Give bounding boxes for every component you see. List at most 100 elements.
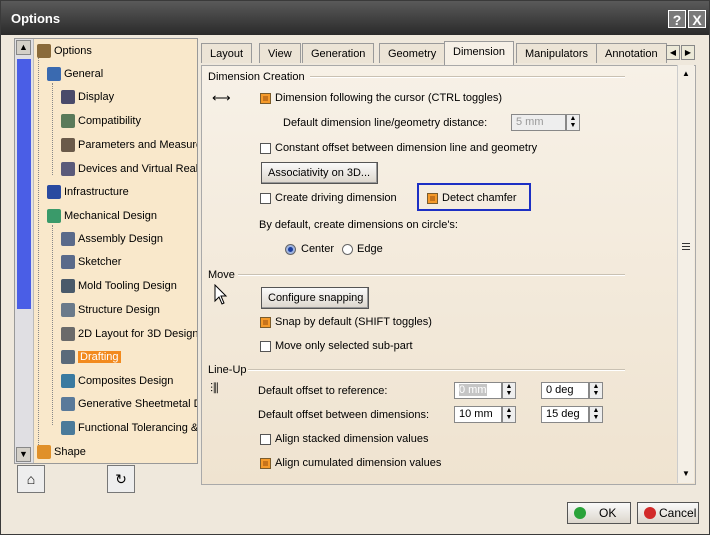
detect-chamfer-label: Detect chamfer [442,192,517,204]
tree-item-mechanical-design[interactable]: Mechanical Design [47,207,157,225]
tree-item-layout-2d[interactable]: 2D Layout for 3D Design [61,325,197,343]
detect-chamfer-checkbox[interactable] [427,193,438,204]
assembly-icon [61,232,75,247]
home-tools-icon[interactable]: ⌂ [17,465,45,493]
tab-geometry[interactable]: Geometry [379,43,446,63]
align-stacked-checkbox[interactable] [260,434,271,445]
tab-scroll-right-icon[interactable]: ▶ [681,45,695,60]
ok-button[interactable]: OK [567,502,631,524]
offset-dimensions-angle-field[interactable]: 15 deg [541,406,589,423]
parameters-icon [61,138,75,153]
snap-default-label: Snap by default (SHIFT toggles) [275,316,432,328]
offset-dimensions-angle-spinner[interactable]: ▲ ▼ [589,406,603,423]
mouse-cursor-icon [214,284,228,305]
tree-item-general[interactable]: General [47,65,103,83]
follow-cursor-checkbox[interactable] [260,93,271,104]
tree-item-display[interactable]: Display [61,88,114,106]
tree-item-sketcher[interactable]: Sketcher [61,253,121,271]
tab-scroll-left-icon[interactable]: ◀ [666,45,680,60]
tab-view[interactable]: View [259,43,301,63]
display-icon [61,90,75,105]
mold-tooling-icon [61,279,75,294]
offset-reference-spinner[interactable]: ▲ ▼ [502,382,516,399]
help-button[interactable]: ? [668,10,686,28]
structure-icon [61,303,75,318]
default-distance-field[interactable]: 5 mm [511,114,566,131]
create-driving-checkbox[interactable] [260,193,271,204]
align-stacked-label: Align stacked dimension values [275,433,429,445]
tree-item-composites[interactable]: Composites Design [61,372,173,390]
tree-item-compatibility[interactable]: Compatibility [61,112,141,130]
dimension-line-icon: ⟷ [212,90,231,105]
tree-item-assembly[interactable]: Assembly Design [61,230,163,248]
panel-scroll-down-icon[interactable]: ▼ [679,467,693,481]
panel-scrollbar[interactable]: ▲ ▼ [677,65,694,483]
dimension-panel: Dimension Creation ⟷ Dimension following… [201,65,696,485]
tab-annotation[interactable]: Annotation [596,43,667,63]
follow-cursor-label: Dimension following the cursor (CTRL tog… [275,92,503,104]
tree-item-devices[interactable]: Devices and Virtual Realit [61,160,197,178]
tree-item-structure[interactable]: Structure Design [61,301,160,319]
tab-manipulators[interactable]: Manipulators [516,43,597,63]
cancel-button[interactable]: Cancel [637,502,699,524]
create-driving-label: Create driving dimension [275,192,397,204]
tree-item-shape[interactable]: Shape [37,443,86,461]
offset-reference-field[interactable]: 0 mm [454,382,502,399]
infrastructure-icon [47,185,61,200]
tree-item-options[interactable]: Options [37,42,92,60]
offset-dimensions-field[interactable]: 10 mm [454,406,502,423]
tree-item-drafting[interactable]: Drafting [61,348,121,366]
tree-item-mold-tooling[interactable]: Mold Tooling Design [61,277,177,295]
center-label: Center [301,243,335,255]
offset-reference-angle-field[interactable]: 0 deg [541,382,589,399]
tree-item-sheetmetal[interactable]: Generative Sheetmetal D [61,395,197,413]
tab-layout[interactable]: Layout [201,43,253,63]
options-window: Options ? X ▲ ▼ Options General Display … [0,0,710,535]
lineup-icon: ⫶⫼ [210,381,219,395]
center-radio[interactable] [285,244,296,255]
constant-offset-checkbox[interactable] [260,143,271,154]
scroll-up-icon[interactable]: ▲ [16,40,31,55]
options-tree: ▲ ▼ Options General Display Compatibilit… [14,38,198,464]
window-title: Options [11,11,61,26]
move-sub-part-label: Move only selected sub-part [275,340,413,352]
composites-icon [61,374,75,389]
cancel-icon [644,507,656,519]
tree-item-infrastructure[interactable]: Infrastructure [47,183,129,201]
tolerancing-icon [61,421,75,436]
align-cumulated-checkbox[interactable] [260,458,271,469]
panel-scroll-up-icon[interactable]: ▲ [679,67,693,81]
reset-options-icon[interactable]: ↻ [107,465,135,493]
close-button[interactable]: X [688,10,706,28]
tree-item-tolerancing[interactable]: Functional Tolerancing & [61,419,197,437]
tab-dimension[interactable]: Dimension [444,41,514,65]
sheetmetal-icon [61,397,75,412]
move-header: Move [208,269,235,281]
general-icon [47,67,61,82]
tab-generation[interactable]: Generation [302,43,375,63]
shape-icon [37,445,51,460]
tree-item-parameters[interactable]: Parameters and Measure [61,136,197,154]
title-bar[interactable]: Options ? X [1,1,709,35]
snap-default-checkbox[interactable] [260,317,271,328]
scroll-down-icon[interactable]: ▼ [16,447,31,462]
edge-label: Edge [357,243,383,255]
move-sub-part-checkbox[interactable] [260,341,271,352]
tree-scrollbar[interactable]: ▲ ▼ [15,39,34,463]
offset-reference-angle-spinner[interactable]: ▲ ▼ [589,382,603,399]
ok-icon [574,507,586,519]
offset-dimensions-label: Default offset between dimensions: [258,409,430,421]
default-distance-spinner[interactable]: ▲ ▼ [566,114,580,131]
configure-snapping-button[interactable]: Configure snapping [261,287,369,309]
scroll-thumb[interactable] [17,59,31,309]
dimension-creation-header: Dimension Creation [208,71,305,83]
associativity-button[interactable]: Associativity on 3D... [261,162,378,184]
tab-bar: Layout View Generation Geometry Dimensio… [201,41,696,65]
scroll-grip-icon [682,243,690,244]
offset-dimensions-spinner[interactable]: ▲ ▼ [502,406,516,423]
constant-offset-label: Constant offset between dimension line a… [275,142,538,154]
drafting-icon [61,350,75,365]
compatibility-icon [61,114,75,129]
edge-radio[interactable] [342,244,353,255]
devices-icon [61,162,75,177]
